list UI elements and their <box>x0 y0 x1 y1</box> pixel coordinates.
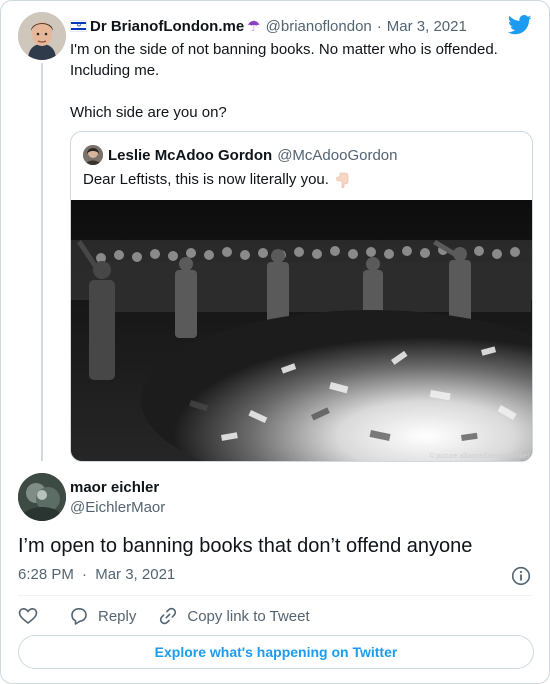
divider <box>18 595 532 596</box>
twitter-bird-icon[interactable] <box>508 15 532 35</box>
reply-button[interactable]: Reply <box>69 606 136 626</box>
reply-timestamp[interactable]: 6:28 PM · Mar 3, 2021 <box>18 566 175 583</box>
like-button[interactable] <box>18 606 47 626</box>
avatar-eichlermaor[interactable] <box>18 473 66 521</box>
thread-connector-line <box>41 63 43 461</box>
reply-time: 6:28 PM <box>18 566 74 583</box>
reply-handle[interactable]: @EichlerMaor <box>70 499 165 516</box>
pointing-down-hand-icon <box>336 172 349 188</box>
original-tweet-header: ✡ Dr BrianofLondon.me ☂ @brianoflondon ·… <box>70 15 467 37</box>
original-handle[interactable]: @brianoflondon <box>266 18 372 35</box>
link-icon <box>160 607 177 625</box>
meta-separator: · <box>82 566 88 583</box>
quoted-display-name: Leslie McAdoo Gordon <box>108 146 273 164</box>
info-icon[interactable] <box>511 566 531 586</box>
quoted-tweet[interactable]: Leslie McAdoo Gordon @McAdooGordon Dear … <box>70 131 533 462</box>
copy-link-label: Copy link to Tweet <box>187 607 310 625</box>
tweet-embed-card: ✡ Dr BrianofLondon.me ☂ @brianoflondon ·… <box>0 0 550 684</box>
copy-link-button[interactable]: Copy link to Tweet <box>158 606 310 626</box>
original-date[interactable]: Mar 3, 2021 <box>387 18 467 35</box>
speech-bubble-icon <box>71 608 87 625</box>
quoted-tweet-photo[interactable]: © picture alliance/Georg Goebel <box>71 200 532 461</box>
reply-display-name[interactable]: maor eichler <box>70 479 159 496</box>
quoted-tweet-text: Dear Leftists, this is now literally you… <box>83 171 329 188</box>
book-burning-photo <box>71 200 532 461</box>
quoted-handle: @McAdooGordon <box>277 146 398 164</box>
tweet-actions: Reply Copy link to Tweet <box>18 604 332 628</box>
original-tweet-text: I'm on the side of not banning books. No… <box>70 41 498 121</box>
israel-flag-icon: ✡ <box>70 20 87 32</box>
photo-credit: © picture alliance/Georg Goebel <box>429 453 529 460</box>
avatar-brianoflondon[interactable] <box>18 12 66 60</box>
header-separator: · <box>376 17 382 35</box>
explore-twitter-button[interactable]: Explore what's happening on Twitter <box>18 635 534 669</box>
quoted-tweet-header: Leslie McAdoo Gordon @McAdooGordon <box>83 145 397 165</box>
reply-label: Reply <box>98 607 137 625</box>
original-display-name[interactable]: Dr BrianofLondon.me <box>90 18 244 35</box>
umbrella-icon: ☂ <box>247 18 261 35</box>
avatar-mcadoogordon <box>83 145 103 165</box>
reply-date: Mar 3, 2021 <box>95 566 176 583</box>
heart-icon <box>18 607 38 625</box>
quoted-tweet-text-row: Dear Leftists, this is now literally you… <box>83 170 349 190</box>
reply-tweet-text: I’m open to banning books that don’t off… <box>18 535 473 557</box>
